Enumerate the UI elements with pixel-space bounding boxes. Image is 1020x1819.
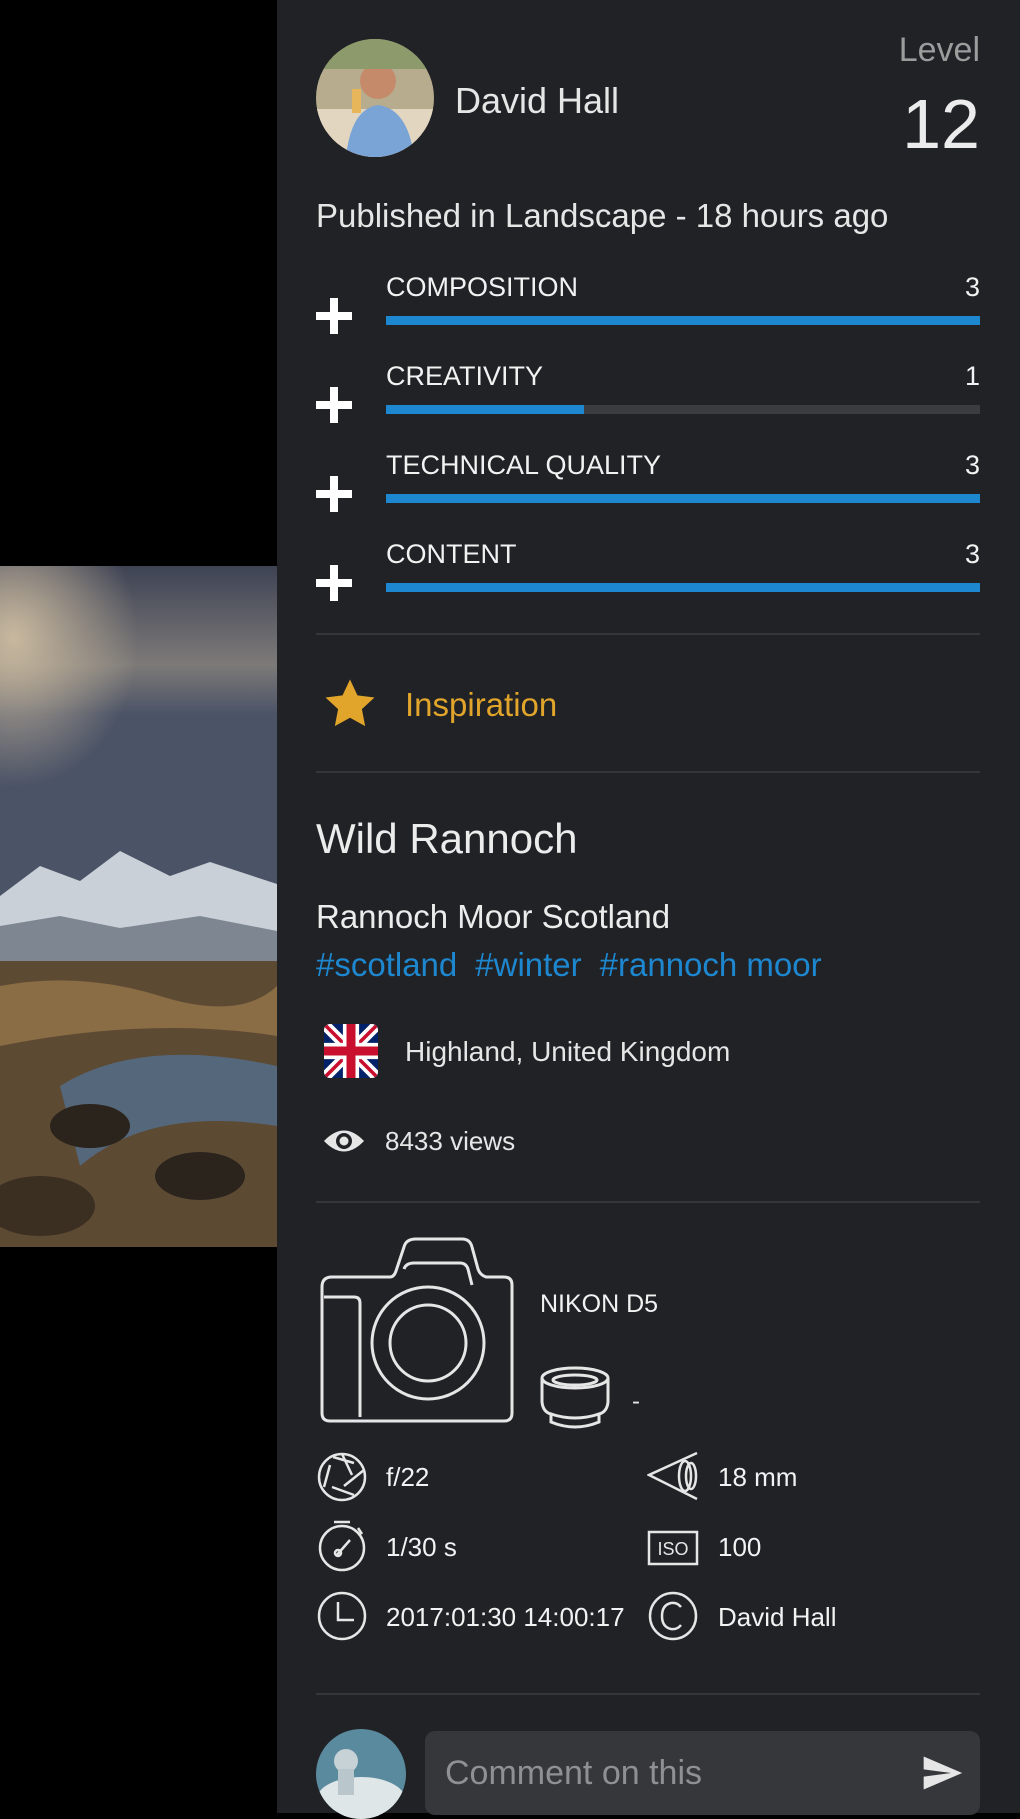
plus-icon[interactable] <box>316 387 352 423</box>
rating-bar <box>386 405 980 414</box>
plus-icon[interactable] <box>316 565 352 601</box>
star-icon <box>321 676 379 732</box>
focal-length-value: 18 mm <box>718 1462 798 1492</box>
published-info: Published in Landscape - 18 hours ago <box>316 197 889 234</box>
rating-value: 1 <box>964 361 980 391</box>
photo-info-panel: David Hall Level 12 Published in Landsca… <box>277 0 1020 1819</box>
tag-link[interactable]: #rannoch moor <box>600 946 822 983</box>
views-count: 8433 views <box>385 1126 516 1156</box>
user-avatar[interactable] <box>316 39 434 157</box>
current-user-avatar[interactable] <box>316 1729 406 1819</box>
rating-value: 3 <box>964 539 980 569</box>
shutter-speed-value: 1/30 s <box>386 1532 457 1562</box>
tag-link[interactable]: #scotland <box>316 946 457 983</box>
tag-list: #scotland #winter #rannoch moor <box>316 946 840 984</box>
divider <box>316 771 980 773</box>
rating-bar-fill <box>386 405 584 414</box>
camera-icon <box>316 1237 516 1423</box>
rating-bar-fill <box>386 583 980 592</box>
rating-bar <box>386 583 980 592</box>
shutter-speed-icon <box>316 1520 368 1572</box>
level-label: Level <box>898 31 980 69</box>
comment-box <box>425 1731 980 1815</box>
photo-title: Wild Rannoch <box>316 815 578 862</box>
camera-model: NIKON D5 <box>540 1290 659 1318</box>
lens-icon <box>539 1366 611 1430</box>
rating-value: 3 <box>964 272 980 302</box>
copyright-icon <box>647 1590 699 1642</box>
rating-row-composition: COMPOSITION 3 <box>316 272 980 352</box>
rating-row-technical-quality: TECHNICAL QUALITY 3 <box>316 450 980 530</box>
divider <box>316 1201 980 1203</box>
rating-row-creativity: CREATIVITY 1 <box>316 361 980 441</box>
rating-row-content: CONTENT 3 <box>316 539 980 619</box>
user-name[interactable]: David Hall <box>455 80 619 122</box>
aperture-value: f/22 <box>386 1462 430 1492</box>
tag-link[interactable]: #winter <box>475 946 581 983</box>
rating-value: 3 <box>964 450 980 480</box>
rating-label: CONTENT <box>386 539 517 569</box>
aperture-icon <box>316 1451 368 1503</box>
send-icon[interactable] <box>920 1751 964 1795</box>
svg-text:ISO: ISO <box>657 1539 688 1559</box>
eye-icon <box>322 1124 366 1158</box>
photo-preview[interactable] <box>0 566 277 1247</box>
rating-label: CREATIVITY <box>386 361 544 391</box>
rating-label: TECHNICAL QUALITY <box>386 450 662 480</box>
landscape-photo <box>0 566 277 1247</box>
datetime-value: 2017:01:30 14:00:17 <box>386 1602 625 1632</box>
rating-bar <box>386 316 980 325</box>
copyright-value: David Hall <box>718 1602 837 1632</box>
uk-flag-icon <box>324 1024 378 1078</box>
rating-bar-fill <box>386 316 980 325</box>
divider <box>316 633 980 635</box>
clock-icon <box>316 1590 368 1642</box>
photo-subtitle: Rannoch Moor Scotland <box>316 898 671 935</box>
iso-value: 100 <box>718 1532 762 1562</box>
iso-icon: ISO <box>647 1522 699 1574</box>
rating-bar-fill <box>386 494 980 503</box>
level-value: 12 <box>902 85 980 163</box>
focal-length-icon <box>646 1451 699 1503</box>
comment-input[interactable] <box>425 1731 895 1815</box>
location-text[interactable]: Highland, United Kingdom <box>405 1036 730 1068</box>
rating-bar <box>386 494 980 503</box>
lens-value: - <box>632 1388 640 1415</box>
award-label[interactable]: Inspiration <box>405 686 557 724</box>
divider <box>316 1693 980 1695</box>
plus-icon[interactable] <box>316 298 352 334</box>
rating-label: COMPOSITION <box>386 272 579 302</box>
plus-icon[interactable] <box>316 476 352 512</box>
